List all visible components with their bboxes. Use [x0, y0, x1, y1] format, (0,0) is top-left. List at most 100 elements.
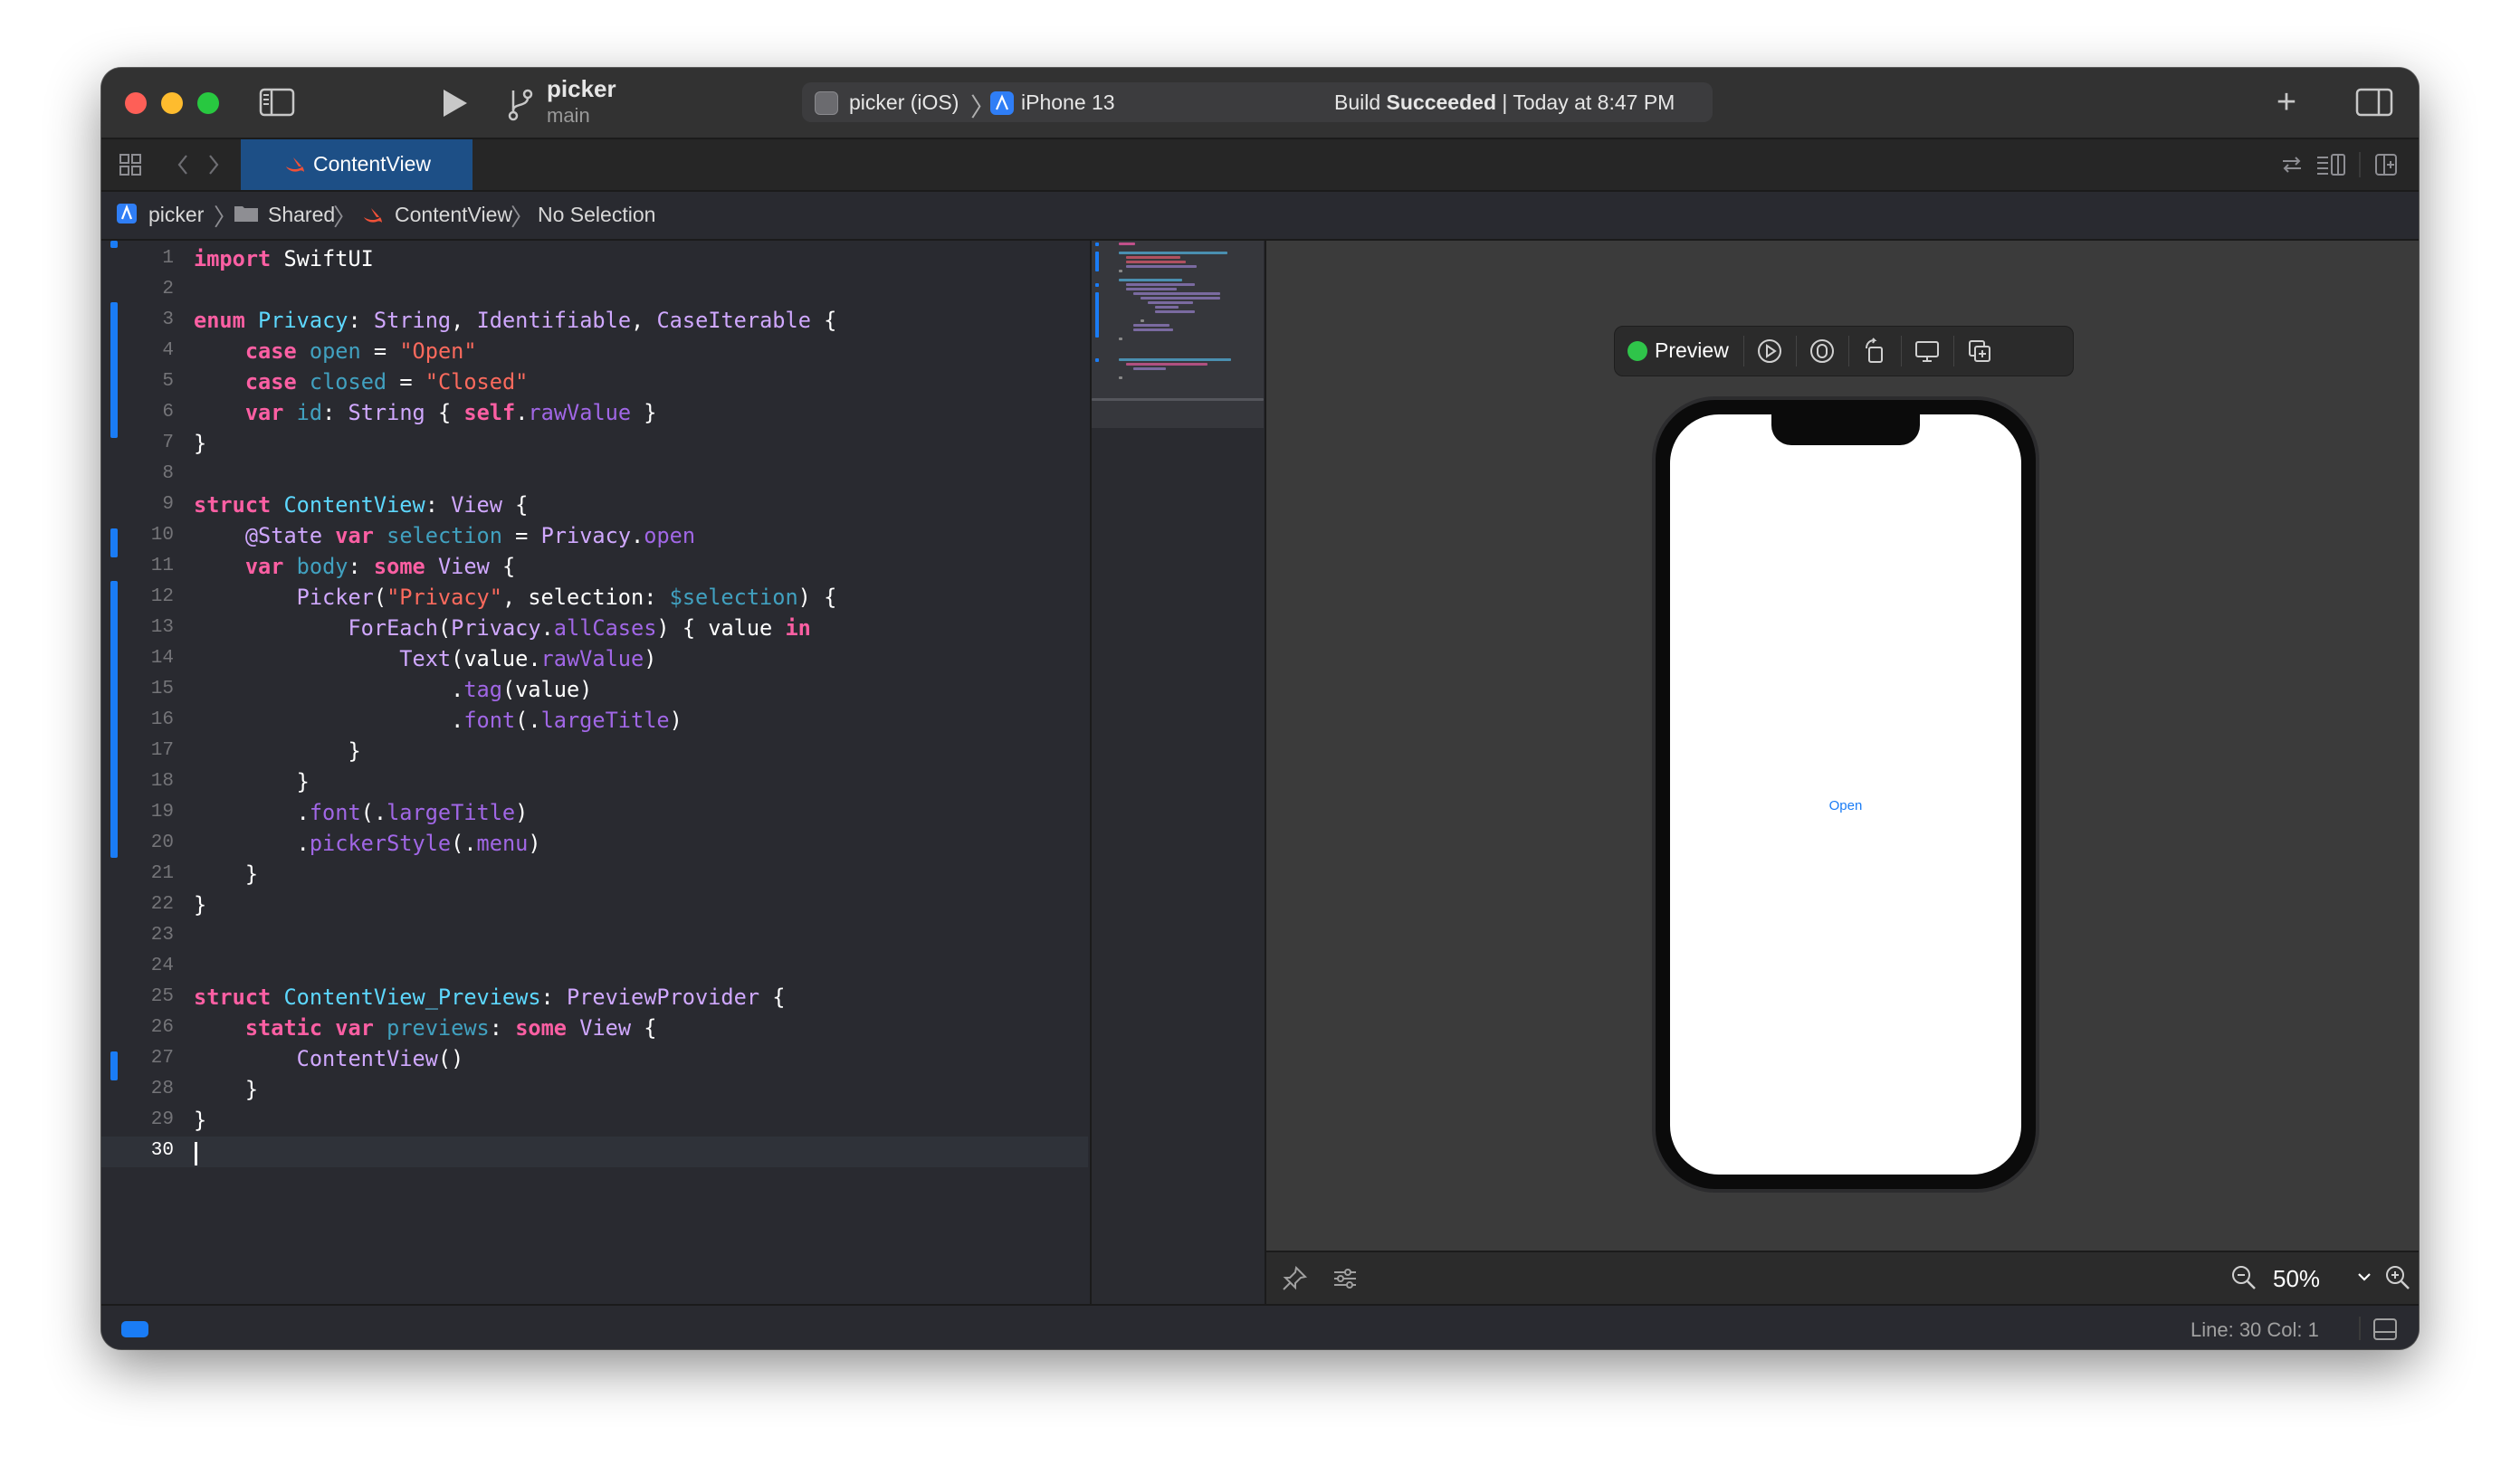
related-items-icon[interactable]	[2279, 152, 2305, 184]
breadcrumb-project[interactable]: picker	[148, 203, 204, 227]
navigator-toggle-icon[interactable]	[259, 88, 295, 117]
minimap-line	[1119, 252, 1227, 254]
change-indicator	[110, 581, 118, 858]
line-number: 26	[150, 1017, 174, 1038]
line-number: 22	[150, 894, 174, 915]
code-line: }	[194, 738, 361, 764]
add-editor-icon[interactable]	[2373, 152, 2399, 184]
minimap-cursor-line	[1092, 398, 1264, 401]
change-indicator	[110, 241, 118, 248]
code-line: Picker("Privacy", selection: $selection)…	[296, 585, 837, 610]
privacy-picker[interactable]: Open	[1670, 798, 2021, 813]
canvas-bottom-bar: 50%	[1265, 1251, 2419, 1306]
scheme-app-icon	[815, 91, 838, 115]
debug-area-toggle-icon[interactable]	[2373, 1318, 2397, 1340]
code-line: enum Privacy: String, Identifiable, Case…	[194, 308, 837, 333]
status-time: | Today at 8:47 PM	[1496, 90, 1675, 114]
minimap-line	[1155, 310, 1195, 313]
minimap-line	[1119, 270, 1122, 272]
line-number: 24	[150, 956, 174, 976]
line-column-indicator: Line: 30 Col: 1	[2191, 1318, 2319, 1341]
inspector-toggle-icon[interactable]	[2355, 88, 2393, 117]
jump-bar: picker 〉 Shared 〉 ContentView 〉 No Selec…	[101, 192, 2419, 241]
preview-canvas[interactable]: Preview Open	[1265, 241, 2419, 1251]
code-line: }	[194, 892, 207, 918]
duplicate-preview-icon[interactable]	[1966, 338, 1993, 365]
tab-contentview[interactable]: ContentView	[241, 139, 472, 190]
grid-icon[interactable]	[118, 152, 143, 184]
swift-file-icon	[284, 156, 306, 178]
code-line: }	[194, 1108, 207, 1133]
line-number: 16	[150, 709, 174, 730]
code-line: @State var selection = Privacy.open	[244, 523, 696, 548]
zoom-out-icon[interactable]	[2229, 1263, 2258, 1297]
iphone-screen[interactable]: Open	[1670, 414, 2021, 1175]
minimap[interactable]	[1090, 241, 1264, 1304]
variants-icon[interactable]	[1332, 1265, 1359, 1297]
minimap-line	[1119, 243, 1135, 245]
line-number: 7	[162, 433, 174, 453]
chevron-down-icon[interactable]	[2356, 1269, 2372, 1289]
back-icon[interactable]	[174, 152, 192, 184]
minimap-line	[1126, 283, 1195, 286]
code-line: var id: String { self.rawValue }	[244, 400, 657, 425]
run-icon[interactable]	[436, 86, 472, 120]
divider	[1743, 336, 1744, 366]
line-number: 4	[162, 340, 174, 361]
line-number: 12	[150, 586, 174, 607]
minimap-line	[1119, 338, 1122, 340]
breadcrumb-folder[interactable]: Shared	[268, 203, 335, 227]
minimap-change	[1095, 283, 1099, 287]
minimap-line	[1148, 301, 1193, 304]
minimap-line	[1126, 256, 1180, 259]
editor-options-icon[interactable]	[2315, 152, 2348, 184]
code-line: struct ContentView: View {	[194, 492, 529, 518]
zoom-window-button[interactable]	[197, 92, 219, 114]
selectable-mode-icon[interactable]	[1809, 338, 1836, 365]
breadcrumb-symbol[interactable]: No Selection	[538, 203, 655, 227]
minimap-line	[1126, 265, 1197, 268]
debug-area-indicator[interactable]	[121, 1321, 148, 1337]
build-status: Build Succeeded | Today at 8:47 PM	[1334, 90, 1675, 115]
device-settings-icon[interactable]	[1914, 338, 1941, 365]
minimize-window-button[interactable]	[161, 92, 183, 114]
line-number: 20	[150, 832, 174, 853]
code-line: case closed = "Closed"	[244, 369, 529, 395]
text-cursor	[195, 1142, 197, 1165]
minimap-line	[1119, 358, 1231, 361]
xcode-window: picker main picker (iOS) 〉 iPhone 13 Bui…	[101, 68, 2419, 1349]
minimap-change	[1095, 358, 1099, 362]
scheme-selector[interactable]: picker (iOS)	[849, 90, 959, 115]
zoom-level[interactable]: 50%	[2273, 1265, 2320, 1293]
minimap-line	[1133, 328, 1173, 331]
minimap-line	[1155, 306, 1179, 309]
code-line: .font(.largeTitle)	[194, 708, 682, 733]
zoom-in-icon[interactable]	[2383, 1263, 2412, 1297]
breadcrumb-file[interactable]: ContentView	[395, 203, 512, 227]
device-selector[interactable]: iPhone 13	[1021, 90, 1115, 115]
library-plus-icon[interactable]: +	[2268, 84, 2305, 120]
line-number: 1	[162, 248, 174, 269]
minimap-line	[1133, 292, 1220, 295]
line-number: 8	[162, 463, 174, 484]
code-line: ContentView()	[296, 1046, 464, 1071]
forward-icon[interactable]	[205, 152, 223, 184]
close-window-button[interactable]	[125, 92, 147, 114]
divider	[1848, 336, 1849, 366]
rotate-icon[interactable]	[1861, 338, 1888, 365]
minimap-change	[1095, 292, 1099, 338]
minimap-line	[1119, 376, 1122, 379]
change-indicator	[110, 528, 118, 557]
toolbar: picker main picker (iOS) 〉 iPhone 13 Bui…	[101, 68, 2419, 139]
divider	[1796, 336, 1797, 366]
code-line: static var previews: some View {	[244, 1015, 657, 1041]
minimap-line	[1126, 261, 1186, 263]
pin-icon[interactable]	[1281, 1265, 1308, 1297]
preview-label[interactable]: Preview	[1655, 338, 1729, 363]
code-line: case open = "Open"	[244, 338, 477, 364]
chevron-right-icon: 〉	[511, 204, 535, 231]
status-bar: Line: 30 Col: 1	[101, 1304, 2419, 1349]
code-line: .font(.largeTitle)	[194, 800, 529, 825]
live-preview-icon[interactable]	[1756, 338, 1783, 365]
source-editor[interactable]: import SwiftUI enum Privacy: String, Ide…	[101, 241, 1088, 1304]
